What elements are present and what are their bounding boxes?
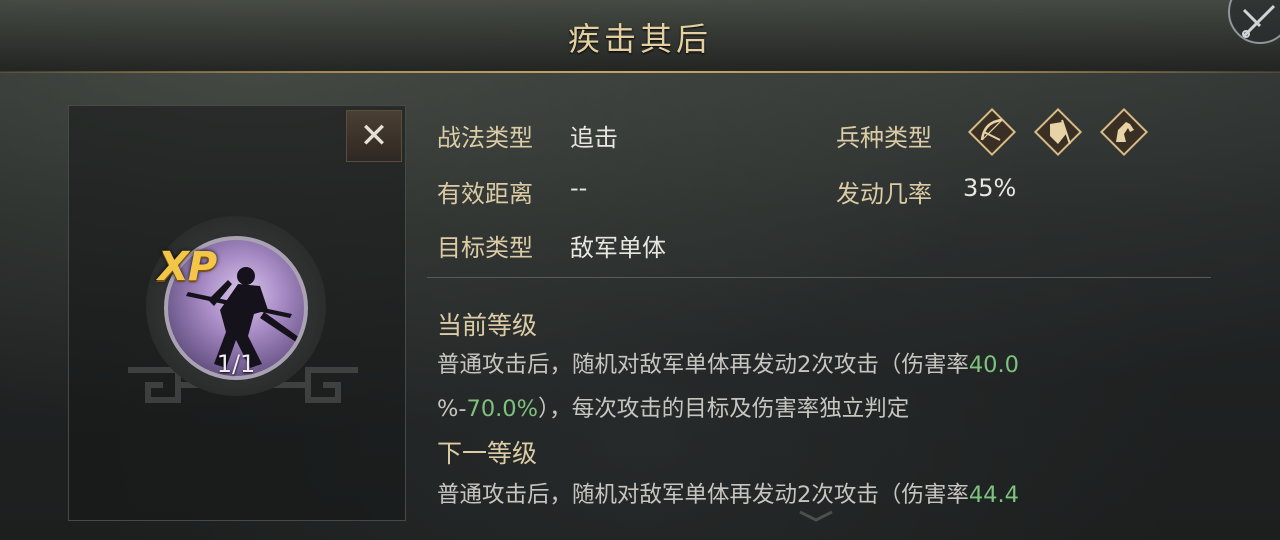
current-level-text-2: ），每次攻击的目标及伤害率独立判定 <box>537 396 910 422</box>
xp-badge: XP <box>158 244 217 290</box>
current-level-line-1: 普通攻击后，随机对敌军单体再发动2次攻击（伤害率40.0 <box>437 342 1019 388</box>
tactic-type-label: 战法类型 <box>437 124 533 152</box>
scroll-down-icon <box>799 510 833 522</box>
horse-cavalry-icon <box>1099 107 1149 157</box>
header-divider <box>0 71 1280 73</box>
close-button[interactable]: ✕ <box>346 110 402 162</box>
current-level-line-2: %-70.0%），每次攻击的目标及伤害率独立判定 <box>437 386 909 432</box>
next-level-title: 下一等级 <box>437 439 538 468</box>
tactic-type-value: 追击 <box>570 124 618 152</box>
trigger-rate-value: 35% <box>963 174 1017 202</box>
current-level-title: 当前等级 <box>437 311 538 340</box>
skill-detail-screen: 疾击其后 1/1 XP ✕ 战法类型 追击 有效距离 -- 目标类型 敌军单体 … <box>0 0 1280 540</box>
current-level-percent-prefix: %- <box>437 396 467 422</box>
target-type-label: 目标类型 <box>437 234 533 262</box>
current-level-min-rate: 40.0 <box>968 352 1019 378</box>
next-level-line-1: 普通攻击后，随机对敌军单体再发动2次攻击（伤害率44.4 <box>437 472 1019 518</box>
skill-title: 疾击其后 <box>567 20 712 58</box>
range-value: -- <box>570 174 588 202</box>
bow-archer-icon <box>967 107 1017 157</box>
next-level-min-rate: 44.4 <box>968 482 1019 508</box>
next-level-text: 普通攻击后，随机对敌军单体再发动2次攻击（伤害率 <box>437 482 969 508</box>
current-level-max-rate: 70.0% <box>466 396 538 422</box>
range-label: 有效距离 <box>437 180 533 208</box>
shield-infantry-icon <box>1033 107 1083 157</box>
section-divider <box>427 277 1211 278</box>
skill-level: 1/1 <box>216 350 256 378</box>
trigger-rate-label: 发动几率 <box>836 180 932 208</box>
current-level-text: 普通攻击后，随机对敌军单体再发动2次攻击（伤害率 <box>437 352 969 378</box>
target-type-value: 敌军单体 <box>570 234 666 262</box>
troop-type-label: 兵种类型 <box>836 124 932 152</box>
